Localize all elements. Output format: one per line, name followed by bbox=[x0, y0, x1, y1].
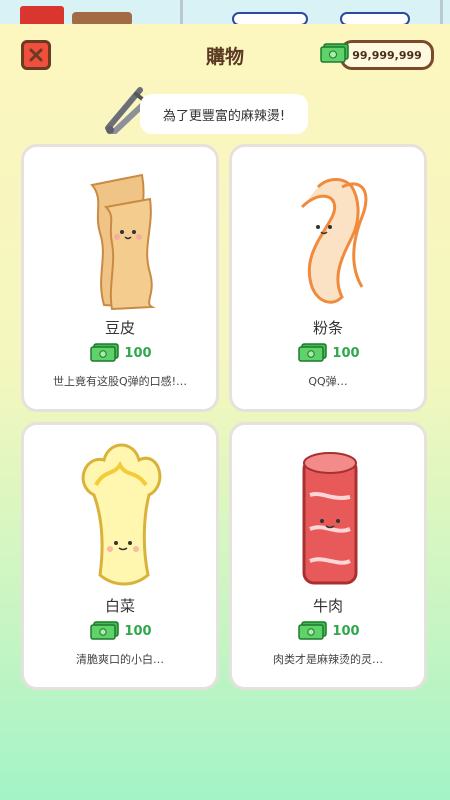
cash-icon bbox=[320, 43, 349, 63]
item-name: 白菜 bbox=[104, 597, 135, 615]
background-pill bbox=[340, 12, 410, 24]
price-row: 100 bbox=[24, 621, 216, 641]
price-row: 100 bbox=[232, 621, 424, 641]
tofu-skin-icon bbox=[90, 173, 156, 311]
item-description: 肉类才是麻辣烫的灵… bbox=[273, 653, 383, 666]
background-pill bbox=[232, 12, 308, 24]
item-description: 清脆爽口的小白… bbox=[76, 653, 164, 666]
background-sign bbox=[20, 6, 64, 24]
banner-speech-bubble: 為了更豐富的麻辣燙! bbox=[140, 94, 308, 134]
background-post bbox=[180, 0, 183, 24]
item-price: 100 bbox=[124, 623, 152, 639]
background-scene bbox=[0, 0, 450, 24]
shop-item-card[interactable]: 粉条 100 QQ弹… bbox=[229, 144, 427, 412]
cash-icon bbox=[90, 621, 120, 640]
item-price: 100 bbox=[332, 623, 360, 639]
price-row: 100 bbox=[24, 343, 216, 363]
banner-text: 為了更豐富的麻辣燙! bbox=[162, 108, 286, 124]
price-row: 100 bbox=[232, 343, 424, 363]
cash-icon bbox=[298, 621, 328, 640]
item-description: QQ弹… bbox=[308, 375, 348, 388]
cash-icon bbox=[298, 343, 328, 362]
item-name: 豆皮 bbox=[104, 319, 135, 337]
item-name: 牛肉 bbox=[312, 597, 343, 615]
cabbage-icon bbox=[81, 443, 162, 586]
shop-item-card[interactable]: 白菜 100 清脆爽口的小白… bbox=[21, 422, 219, 690]
background-post bbox=[440, 0, 443, 24]
cash-icon bbox=[90, 343, 120, 362]
item-price: 100 bbox=[332, 345, 360, 361]
vermicelli-icon bbox=[300, 178, 368, 304]
beef-roll-icon bbox=[302, 452, 358, 585]
item-description: 世上竟有这股Q弹的口感!… bbox=[52, 375, 188, 388]
shop-panel: 購物 99,999,999 為了更豐富的麻辣燙! 豆皮 100 世上竟有这股Q弹… bbox=[0, 24, 450, 800]
shop-item-card[interactable]: 豆皮 100 世上竟有这股Q弹的口感!… bbox=[21, 144, 219, 412]
item-name: 粉条 bbox=[312, 319, 343, 337]
item-price: 100 bbox=[124, 345, 152, 361]
shop-item-card[interactable]: 牛肉 100 肉类才是麻辣烫的灵… bbox=[229, 422, 427, 690]
cash-balance: 99,999,999 bbox=[340, 40, 434, 70]
background-board bbox=[72, 12, 132, 24]
